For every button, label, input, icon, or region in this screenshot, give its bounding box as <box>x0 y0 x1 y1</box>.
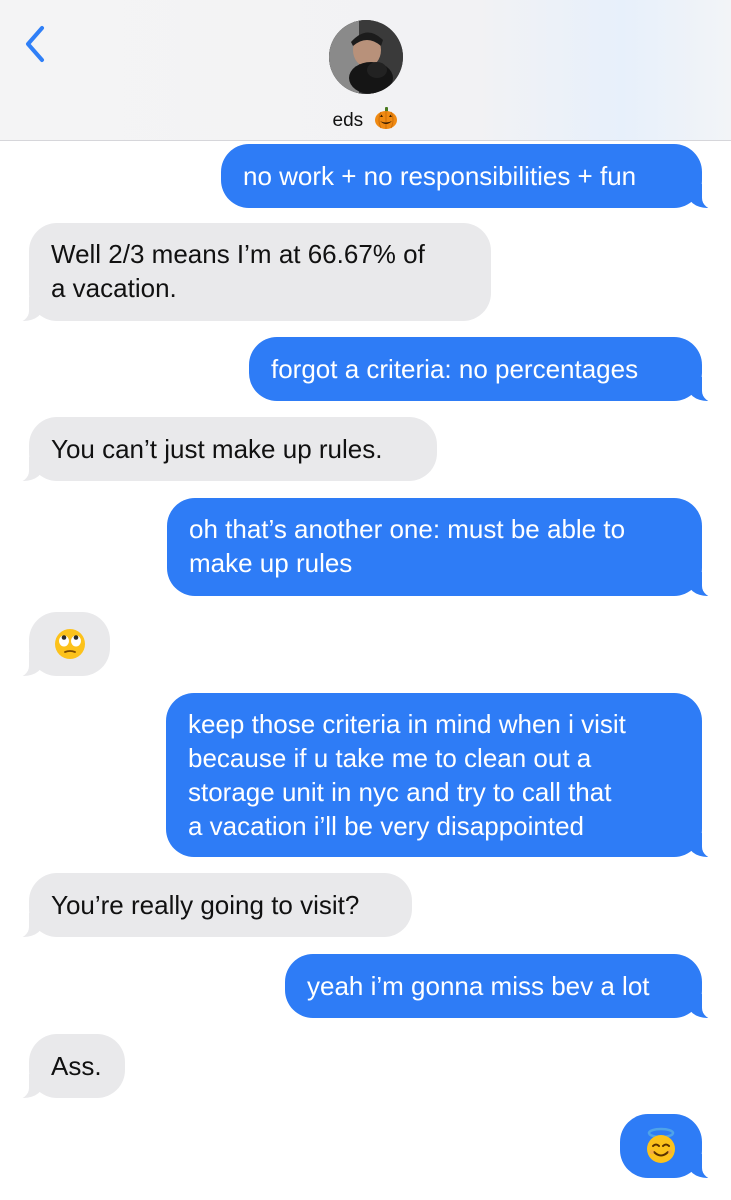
incoming-message[interactable]: You can’t just make up rules. <box>1 417 437 483</box>
chevron-left-icon <box>26 26 44 62</box>
outgoing-message[interactable]: no work + no responsibilities + fun <box>221 144 730 210</box>
incoming-message[interactable]: You’re really going to visit? <box>1 873 412 939</box>
outgoing-message[interactable]: oh that’s another one: must be able to m… <box>167 498 730 598</box>
outgoing-emoji-message[interactable] <box>620 1114 730 1180</box>
back-button[interactable] <box>18 22 54 66</box>
avatar-photo <box>329 20 403 94</box>
avatar[interactable] <box>329 20 403 94</box>
contact-name-row[interactable]: eds <box>0 106 731 136</box>
incoming-message[interactable]: Ass. <box>1 1034 125 1100</box>
halo-smile-emoji <box>647 1127 675 1163</box>
outgoing-message[interactable]: yeah i’m gonna miss bev a lot <box>285 954 730 1020</box>
incoming-emoji-message[interactable] <box>1 612 110 678</box>
contact-name: eds <box>332 110 364 132</box>
outgoing-message[interactable]: forgot a criteria: no percentages <box>249 337 730 403</box>
incoming-message[interactable]: Well 2/3 means I’m at 66.67% of a vacati… <box>1 223 491 323</box>
conversation-header: eds <box>0 0 731 141</box>
pumpkin-icon <box>374 106 398 136</box>
outgoing-message[interactable]: keep those criteria in mind when i visit… <box>166 693 730 859</box>
eye-roll-emoji <box>54 629 85 659</box>
